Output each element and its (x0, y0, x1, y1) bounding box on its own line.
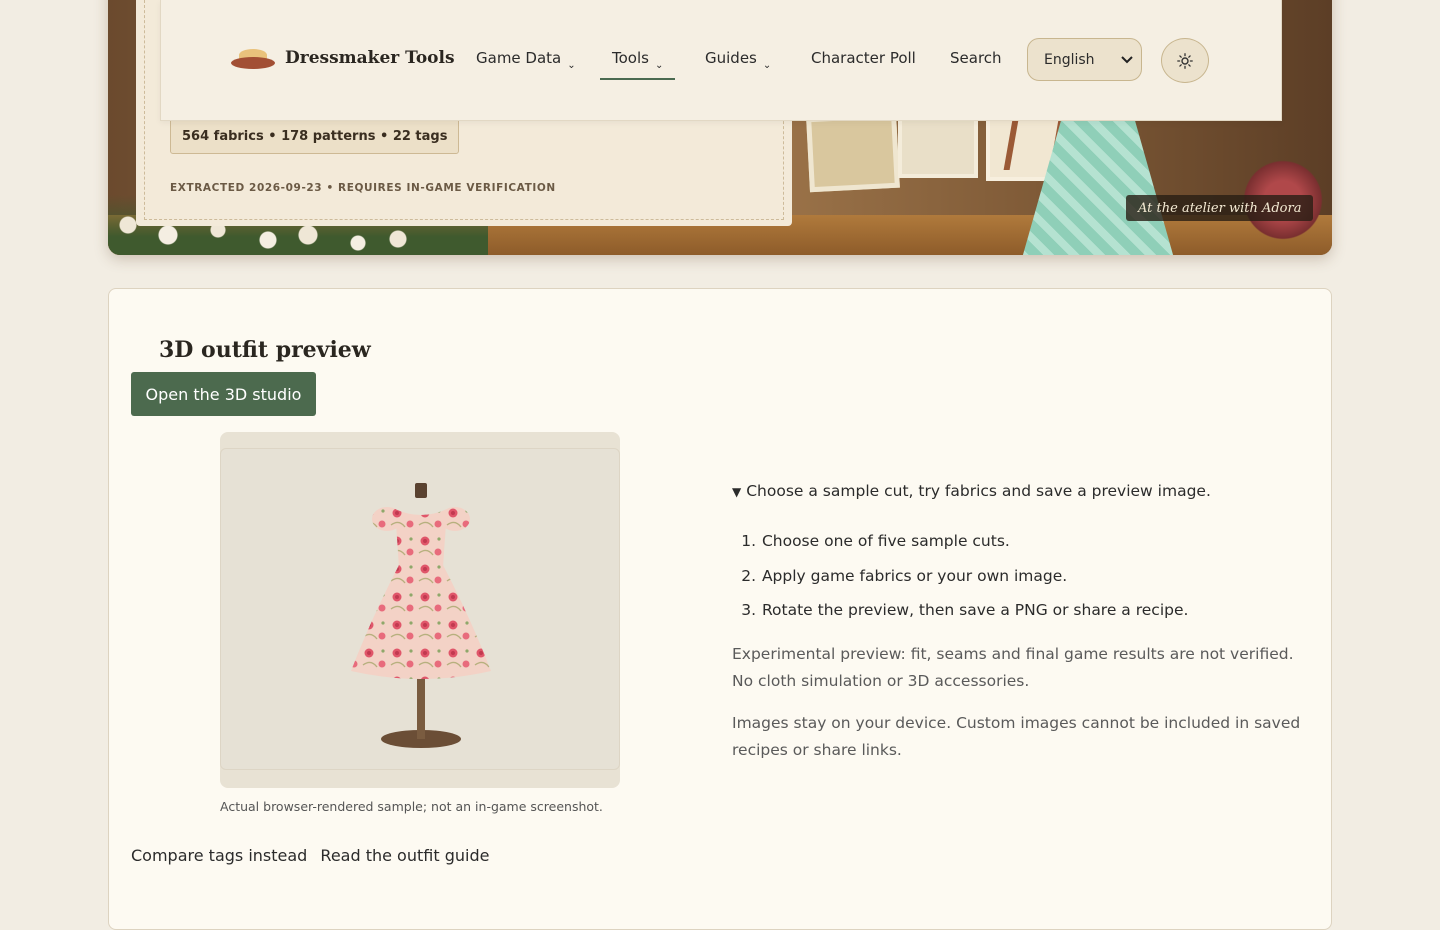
theme-toggle-button[interactable] (1161, 38, 1209, 83)
top-nav: Dressmaker Tools Game Data ⌄ Tools ⌄ Guide… (160, 0, 1282, 121)
chevron-down-icon: ⌄ (567, 60, 576, 71)
dress-preview-image (220, 448, 620, 770)
chevron-down-icon (1121, 55, 1133, 63)
experimental-note: Experimental preview: fit, seams and fin… (732, 645, 1294, 690)
outfit-guide-link[interactable]: Read the outfit guide (320, 846, 489, 865)
nav-tools[interactable]: Tools ⌄ (612, 49, 663, 71)
active-tab-indicator (600, 78, 675, 80)
chevron-down-icon: ⌄ (762, 60, 772, 71)
list-item: 2. Apply game fabrics or your own image. (741, 566, 1068, 585)
related-links: Compare tags instead Read the outfit gui… (131, 846, 497, 865)
privacy-note: Images stay on your device. Custom image… (732, 714, 1301, 759)
outfit-preview-card: 3D outfit preview Open the 3D studio Act… (108, 288, 1332, 930)
list-item: 1. Choose one of five sample cuts. (741, 532, 1010, 550)
stats-badge: 564 fabrics • 178 patterns • 22 tags (170, 118, 460, 154)
section-title: 3D outfit preview (159, 337, 371, 363)
instruction-steps: 1. Choose one of five sample cuts. 2. Ap… (732, 532, 1188, 636)
extraction-note: EXTRACTED 2026-09-23 • REQUIRES IN-GAME … (170, 182, 556, 194)
preview-frame (220, 432, 620, 788)
open-3d-studio-button[interactable]: Open the 3D studio (131, 372, 316, 416)
nav-search[interactable]: Search (950, 49, 1002, 67)
brand-name: Dressmaker Tools (285, 48, 455, 68)
language-select[interactable]: English (1027, 38, 1142, 81)
fabric-swatch (806, 112, 900, 193)
preview-caption: Actual browser-rendered sample; not an i… (220, 799, 603, 814)
hero-caption: At the atelier with Adora (1126, 195, 1314, 221)
sun-icon (1177, 52, 1193, 69)
nav-character-poll[interactable]: Character Poll (811, 49, 916, 67)
dress-on-mannequin-image (351, 483, 491, 748)
instructions-summary-toggle[interactable]: ▼ Choose a sample cut, try fabrics and sa… (732, 482, 1211, 500)
list-item: 3. Rotate the preview, then save a PNG o… (741, 601, 1189, 619)
compare-tags-link[interactable]: Compare tags instead (131, 846, 307, 865)
nav-game-data[interactable]: Game Data ⌄ (476, 49, 576, 71)
logo-icon (231, 45, 275, 71)
triangle-down-icon: ▼ (732, 485, 742, 499)
chevron-down-icon: ⌄ (654, 60, 664, 71)
brand-link[interactable]: Dressmaker Tools (231, 45, 455, 71)
nav-guides[interactable]: Guides ⌄ (705, 49, 771, 71)
